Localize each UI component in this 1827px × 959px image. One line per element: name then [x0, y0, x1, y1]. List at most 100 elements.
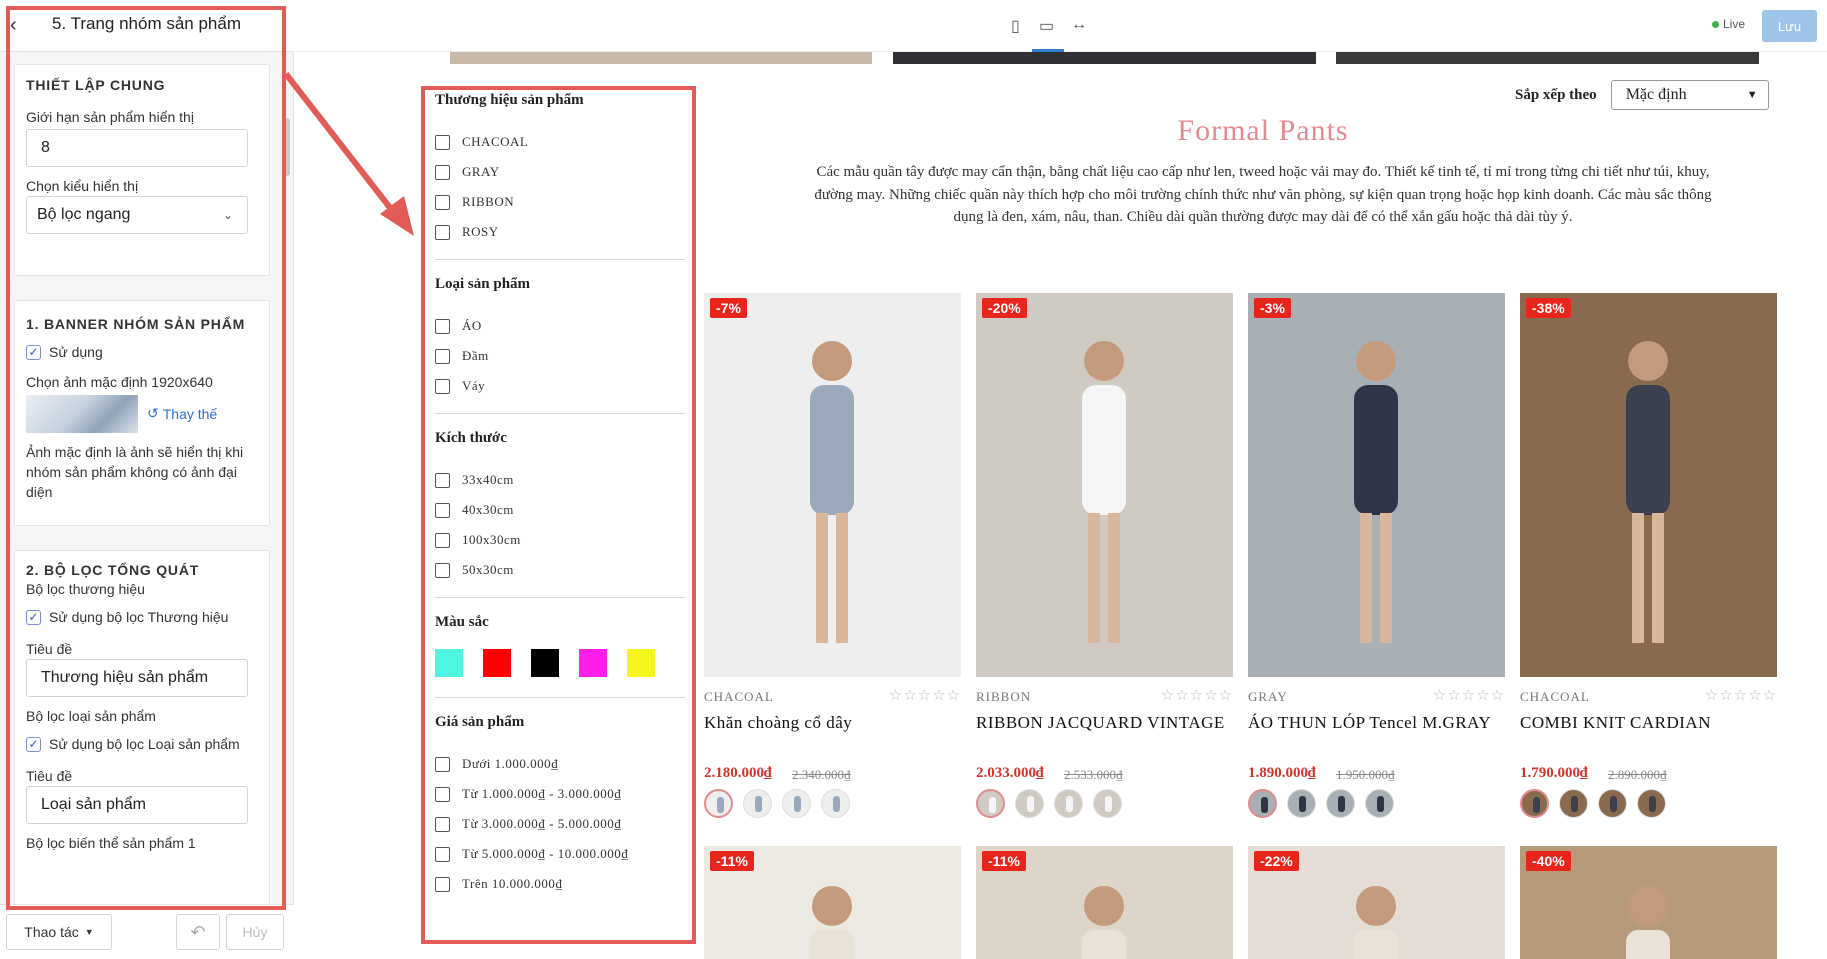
price-option[interactable]: Từ 3.000.000₫ - 5.000.000₫ [435, 809, 685, 839]
product-card[interactable]: -7% CHACOAL ☆☆☆☆☆ Khăn choàng cổ dây 2.180.0… [704, 293, 961, 818]
variant-thumbnail[interactable] [1287, 789, 1316, 818]
banner-use-checkbox[interactable]: ✓ Sử dụng [26, 344, 103, 360]
variant-thumbnail[interactable] [1093, 789, 1122, 818]
limit-input[interactable]: 8 [26, 129, 248, 167]
product-card[interactable]: -22% [1248, 846, 1505, 959]
product-image[interactable]: -11% [704, 846, 961, 959]
product-card[interactable]: -11% [976, 846, 1233, 959]
variant-thumbnail[interactable] [1559, 789, 1588, 818]
checkbox[interactable] [435, 472, 450, 488]
product-image[interactable]: -22% [1248, 846, 1505, 959]
product-card[interactable]: -38% CHACOAL ☆☆☆☆☆ COMBI KNIT CARDIAN 1.790.… [1520, 293, 1777, 818]
variant-filter-label: Bộ lọc biến thể sản phẩm 1 [26, 835, 196, 851]
variant-thumbnail[interactable] [1326, 789, 1355, 818]
color-swatch[interactable] [627, 649, 655, 677]
filter-sidebar: Thương hiệu sản phẩm CHACOAL GRAY RIBBON RO… [435, 92, 685, 899]
checkbox[interactable] [435, 846, 450, 862]
checkbox[interactable] [435, 318, 450, 334]
brand-filter-use-label: Sử dụng bộ lọc Thương hiệu [49, 609, 229, 625]
brand-option[interactable]: ROSY [435, 217, 685, 247]
variant-thumbnail[interactable] [1637, 789, 1666, 818]
replace-image-button[interactable]: ↺ Thay thế [147, 405, 217, 422]
sort-select[interactable]: Mặc định ▼ [1610, 80, 1769, 110]
product-image[interactable]: -7% [704, 293, 961, 677]
price-option[interactable]: Trên 10.000.000₫ [435, 869, 685, 899]
variant-thumbnail[interactable] [976, 789, 1005, 818]
checkbox[interactable] [435, 876, 450, 892]
variant-thumbnail[interactable] [782, 789, 811, 818]
product-card[interactable]: -11% [704, 846, 961, 959]
product-image[interactable]: -3% [1248, 293, 1505, 677]
product-card[interactable]: -40% [1520, 846, 1777, 959]
product-brand: RIBBON [976, 689, 1032, 704]
divider [435, 597, 685, 598]
product-name[interactable]: Khăn choàng cổ dây [704, 713, 852, 733]
type-option[interactable]: Đầm [435, 341, 685, 371]
type-title-input[interactable]: Loại sản phẩm [26, 786, 248, 824]
checkbox[interactable] [435, 562, 450, 578]
chevron-left-icon[interactable]: ‹ [10, 14, 17, 36]
checkbox[interactable] [435, 224, 450, 240]
price-option[interactable]: Dưới 1.000.000₫ [435, 749, 685, 779]
color-swatch[interactable] [531, 649, 559, 677]
brand-option[interactable]: GRAY [435, 157, 685, 187]
variant-thumbnail[interactable] [1015, 789, 1044, 818]
checkbox[interactable] [435, 378, 450, 394]
size-option[interactable]: 40x30cm [435, 495, 685, 525]
color-swatch[interactable] [579, 649, 607, 677]
product-card[interactable]: -20% RIBBON ☆☆☆☆☆ RIBBON JACQUARD VINTAGE 2.… [976, 293, 1233, 818]
variant-thumbnail[interactable] [821, 789, 850, 818]
product-name[interactable]: RIBBON JACQUARD VINTAGE [976, 713, 1225, 733]
product-image[interactable]: -40% [1520, 846, 1777, 959]
color-swatch[interactable] [483, 649, 511, 677]
product-card[interactable]: -3% GRAY ☆☆☆☆☆ ÁO THUN LÓP Tencel M.GRAY 1.8… [1248, 293, 1505, 818]
variant-thumbnail[interactable] [1520, 789, 1549, 818]
size-option[interactable]: 33x40cm [435, 465, 685, 495]
product-image[interactable]: -20% [976, 293, 1233, 677]
variant-thumbnail[interactable] [743, 789, 772, 818]
brand-filter-checkbox[interactable]: ✓ Sử dụng bộ lọc Thương hiệu [26, 609, 228, 625]
mobile-icon[interactable]: ▯ [1011, 16, 1020, 36]
checkbox[interactable] [435, 532, 450, 548]
product-image[interactable]: -38% [1520, 293, 1777, 677]
brand-option[interactable]: CHACOAL [435, 127, 685, 157]
checkbox[interactable] [435, 756, 450, 772]
product-name[interactable]: ÁO THUN LÓP Tencel M.GRAY [1248, 713, 1491, 733]
display-select[interactable]: Bộ lọc ngang ⌄ [26, 196, 248, 234]
checkbox[interactable] [435, 134, 450, 150]
sort-control: Sắp xếp theo Mặc định ▼ [1515, 80, 1769, 110]
fullwidth-icon[interactable]: ↔ [1071, 16, 1087, 34]
type-filter-checkbox[interactable]: ✓ Sử dụng bộ lọc Loại sản phẩm [26, 736, 240, 752]
actions-button[interactable]: Thao tác ▼ [6, 914, 112, 950]
checkbox[interactable] [435, 348, 450, 364]
color-swatch[interactable] [435, 649, 463, 677]
product-image[interactable]: -11% [976, 846, 1233, 959]
variant-thumbnail[interactable] [1598, 789, 1627, 818]
type-option[interactable]: ÁO [435, 311, 685, 341]
cancel-button[interactable]: Hủy [226, 914, 284, 950]
panel-scrollbar[interactable] [284, 118, 290, 176]
model-figure [1354, 341, 1398, 643]
price-option[interactable]: Từ 1.000.000₫ - 3.000.000₫ [435, 779, 685, 809]
variant-thumbnail[interactable] [1054, 789, 1083, 818]
checkbox[interactable] [435, 786, 450, 802]
variant-thumbnail[interactable] [1248, 789, 1277, 818]
save-button[interactable]: Lưu [1762, 10, 1817, 42]
variant-thumbnail[interactable] [1365, 789, 1394, 818]
panel-header: ‹ 5. Trang nhóm sản phẩm [0, 0, 294, 52]
checkbox[interactable] [435, 164, 450, 180]
undo-button[interactable]: ↶ [176, 914, 220, 950]
product-name[interactable]: COMBI KNIT CARDIAN [1520, 713, 1711, 733]
desktop-icon[interactable]: ▭ [1039, 16, 1054, 36]
checkbox[interactable] [435, 502, 450, 518]
checkbox[interactable] [435, 816, 450, 832]
brand-title-input[interactable]: Thương hiệu sản phẩm [26, 659, 248, 697]
size-option[interactable]: 50x30cm [435, 555, 685, 585]
size-option[interactable]: 100x30cm [435, 525, 685, 555]
brand-option[interactable]: RIBBON [435, 187, 685, 217]
checkbox[interactable] [435, 194, 450, 210]
type-option[interactable]: Váy [435, 371, 685, 401]
price-option[interactable]: Từ 5.000.000₫ - 10.000.000₫ [435, 839, 685, 869]
variant-thumbnail[interactable] [704, 789, 733, 818]
product-brand: GRAY [1248, 689, 1288, 704]
